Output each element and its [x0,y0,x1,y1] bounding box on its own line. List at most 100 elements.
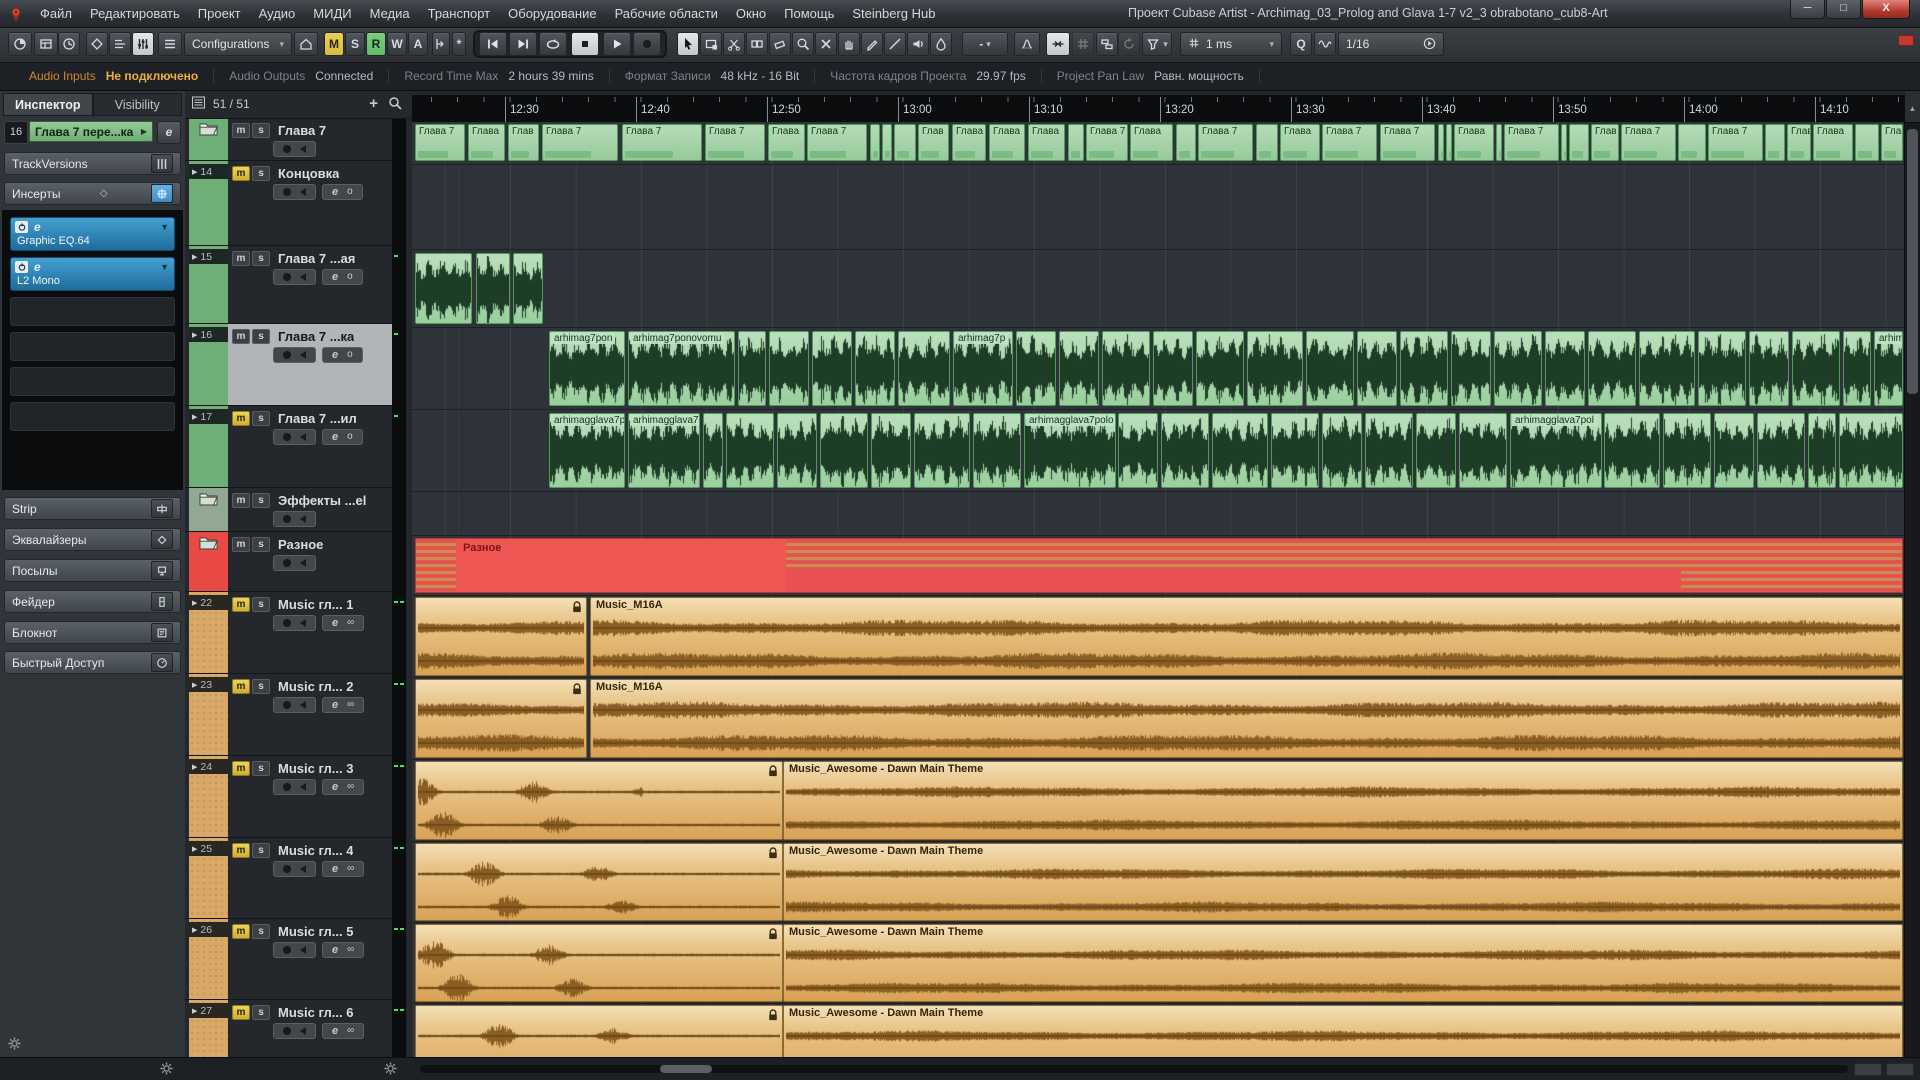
channel-buttons[interactable]: eo [322,429,363,445]
track-row-17[interactable]: ▶ 17 m s Глава 7 ...ил e o [185,406,392,488]
iterative-quantize-button[interactable] [1118,32,1140,56]
audio-clip[interactable] [1196,331,1244,406]
expand-triangle-icon[interactable]: ▶ [192,681,197,689]
folder-part-clip[interactable]: Глава 7 [1198,124,1253,161]
mute-button[interactable]: m [232,843,250,858]
horizontal-scrollbar[interactable] [420,1065,1848,1073]
insert-slot-empty[interactable] [10,367,175,396]
track-row-folder-5[interactable]: m s Эффекты ...el [185,488,392,532]
section-фейдер[interactable]: Фейдер [4,590,181,613]
gear-icon[interactable] [8,1037,21,1055]
folder-part-clip[interactable]: Глава [989,124,1025,161]
music-clip[interactable] [415,597,587,676]
vertical-scrollbar[interactable]: ▲ [1904,95,1920,1058]
folder-part-clip[interactable] [1176,124,1196,161]
solo-button[interactable]: s [252,411,270,426]
snap-type-button[interactable] [1096,32,1118,56]
edit-channel-icon[interactable]: e [332,186,338,198]
expand-triangle-icon[interactable]: ▶ [192,926,197,934]
audio-clip[interactable] [703,413,723,488]
menu-item-0[interactable]: Файл [31,1,81,27]
insert-slot-empty[interactable] [10,297,175,326]
mute-button[interactable]: m [232,329,250,344]
audio-clip[interactable] [1059,331,1099,406]
solo-button[interactable]: s [252,251,270,266]
asterisk-button[interactable]: * [452,32,466,56]
solo-button[interactable]: s [252,166,270,181]
folder-part-clip[interactable] [1765,124,1785,161]
audio-clip[interactable] [1102,331,1150,406]
folder-part-clip[interactable]: Глава 7 [807,124,867,161]
audition-tool[interactable] [907,32,929,56]
erase-tool[interactable] [769,32,791,56]
line-tool[interactable] [884,32,906,56]
expand-triangle-icon[interactable]: ▶ [192,331,197,339]
audio-clip[interactable] [1271,413,1319,488]
music-clip[interactable]: Music_Awesome - Dawn Main Theme [783,843,1903,921]
chevron-down-icon[interactable]: ▼ [160,222,169,232]
solo-button[interactable]: s [252,597,270,612]
channel-buttons[interactable]: e ∞ [322,1023,365,1039]
folder-part-clip[interactable]: Глав [1881,124,1903,161]
track-row-26[interactable]: ▶ 26 m s Music гл... 5 e ∞ [185,919,392,1000]
record-enable-icon[interactable] [283,515,291,523]
constrain-delay-icon[interactable] [86,32,108,56]
solo-button[interactable]: s [252,843,270,858]
monitor-icon[interactable] [300,783,306,791]
music-clip[interactable] [415,761,783,840]
audio-clip[interactable] [1843,331,1871,406]
audio-clip[interactable]: arhimagglava7 [628,413,700,488]
edit-channel-icon[interactable]: e [332,699,338,711]
folder-part-clip[interactable] [1438,124,1444,161]
track-row-27[interactable]: ▶ 27 m s Music гл... 6 e ∞ [185,1000,392,1058]
menu-item-5[interactable]: Медиа [361,1,419,27]
folder-part-clip[interactable] [1678,124,1706,161]
audio-clip[interactable]: arhimag7ponovomu [628,331,735,406]
audio-clip[interactable]: arhimagglava7polo [1024,413,1116,488]
folder-part-clip[interactable]: Глава 7 [415,124,465,161]
folder-part-clip[interactable]: Глава [1130,124,1173,161]
mute-button[interactable]: m [232,761,250,776]
monitor-icon[interactable] [300,145,306,153]
folder-part-clip[interactable]: Глава 7 [1380,124,1435,161]
folder-icon[interactable] [189,492,228,511]
audio-clip[interactable] [1663,413,1711,488]
play-button[interactable] [603,32,631,56]
extra-icon[interactable]: ∞ [347,618,354,628]
expand-triangle-icon[interactable]: ▶ [192,599,197,607]
mute-button[interactable]: m [232,493,250,508]
automation-w-button[interactable]: W [387,32,407,56]
autoscroll-button[interactable] [1014,32,1040,56]
audio-clip[interactable]: arhimag7pon [549,331,625,406]
section-strip[interactable]: Strip [4,497,181,520]
menu-item-7[interactable]: Оборудование [499,1,605,27]
mute-button[interactable]: m [232,411,250,426]
music-clip[interactable] [415,1005,783,1058]
track-row-folder-0[interactable]: m s Глава 7 [185,118,392,161]
audio-clip[interactable] [726,413,774,488]
audio-clip[interactable] [1459,413,1507,488]
zoom-slider-vertical[interactable] [1886,1063,1914,1076]
range-selection-tool[interactable] [700,32,722,56]
audio-clip[interactable]: arhimag [1874,331,1903,406]
edit-channel-icon[interactable]: e [332,349,338,361]
maximize-button[interactable]: □ [1826,0,1861,19]
audio-clip[interactable] [513,253,543,324]
record-enable-icon[interactable] [283,433,291,441]
channel-buttons[interactable]: e ∞ [322,942,365,958]
extra-icon[interactable]: o [347,432,353,442]
toolbar-overflow-indicator[interactable] [1898,35,1914,46]
audio-clip[interactable] [1808,413,1836,488]
track-row-23[interactable]: ▶ 23 m s Music гл... 2 e ∞ [185,674,392,756]
folder-part-clip[interactable]: Глава 7 [1708,124,1763,161]
folder-part-clip[interactable]: Глав [508,124,539,161]
audio-clip[interactable] [769,331,809,406]
folder-part-clip[interactable] [1068,124,1084,161]
horizontal-scroll-handle[interactable] [660,1065,712,1073]
power-icon[interactable] [15,261,28,273]
folder-part-clip[interactable]: Глава [768,124,805,161]
grid-button[interactable] [1072,32,1094,56]
configurations-select[interactable]: Configurations ▾ [184,32,292,56]
audio-clip[interactable] [812,331,852,406]
track-row-24[interactable]: ▶ 24 m s Music гл... 3 e ∞ [185,756,392,838]
